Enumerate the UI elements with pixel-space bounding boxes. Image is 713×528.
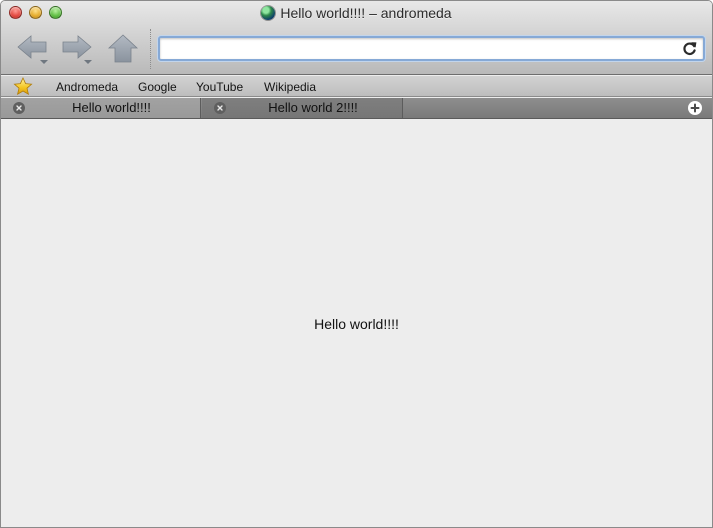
tab-strip: Hello world!!!! Hello world 2!!!! (1, 98, 712, 119)
address-bar[interactable] (158, 36, 705, 61)
bookmark-youtube[interactable]: YouTube (196, 80, 243, 94)
toolbar-separator (150, 29, 151, 69)
star-icon[interactable] (13, 77, 33, 96)
home-button[interactable] (106, 33, 140, 65)
new-tab-plus-icon[interactable] (688, 101, 702, 115)
tab-hello-world-2[interactable]: Hello world 2!!!! (202, 98, 403, 118)
url-input[interactable] (160, 38, 675, 59)
window-title: Hello world!!!! – andromeda (280, 5, 452, 21)
tab-close-icon[interactable] (13, 102, 25, 114)
page-content: Hello world!!!! (1, 120, 712, 527)
tab-close-icon[interactable] (214, 102, 226, 114)
bookmarks-bar: Andromeda Google YouTube Wikipedia (1, 76, 712, 97)
back-arrow-icon (17, 35, 48, 64)
tab-label: Hello world!!!! (72, 100, 151, 115)
browser-window: Hello world!!!! – andromeda Andromeda Go… (0, 0, 713, 528)
page-body-text: Hello world!!!! (314, 316, 399, 332)
forward-arrow-icon (62, 35, 92, 64)
globe-icon (261, 6, 276, 20)
bookmark-google[interactable]: Google (138, 80, 177, 94)
tab-hello-world[interactable]: Hello world!!!! (1, 98, 201, 118)
reload-icon[interactable] (681, 40, 698, 57)
window-toolbar: Hello world!!!! – andromeda (1, 1, 712, 75)
back-button[interactable] (16, 33, 50, 65)
tab-label: Hello world 2!!!! (268, 100, 358, 115)
forward-button[interactable] (60, 33, 94, 65)
window-title-bar: Hello world!!!! – andromeda (1, 4, 712, 22)
home-icon (107, 34, 139, 63)
bookmark-andromeda[interactable]: Andromeda (56, 80, 118, 94)
bookmark-wikipedia[interactable]: Wikipedia (264, 80, 316, 94)
